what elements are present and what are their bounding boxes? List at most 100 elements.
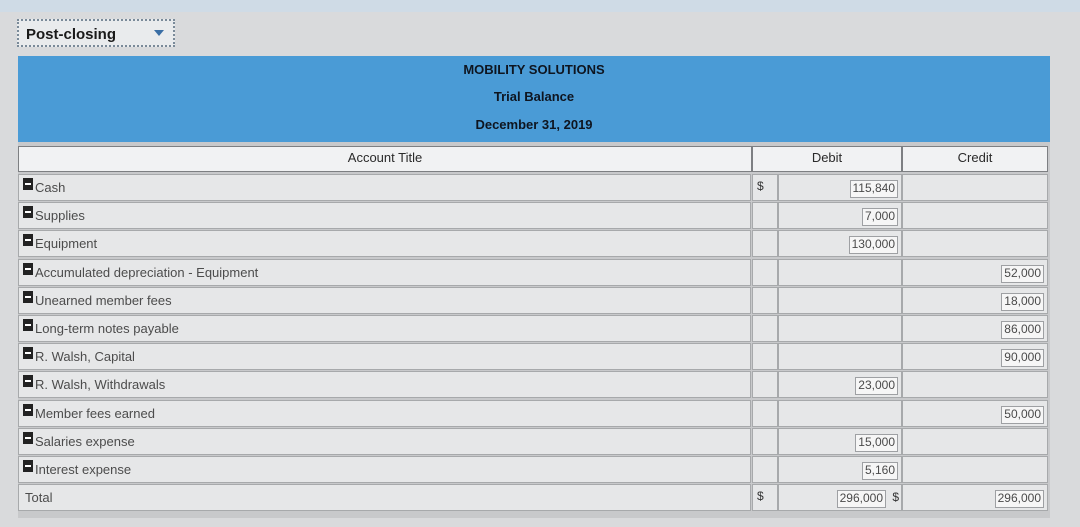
- table-row: Unearned member fees 18,000: [18, 286, 1050, 314]
- account-title-cell[interactable]: R. Walsh, Capital: [18, 343, 751, 371]
- account-title-cell[interactable]: Salaries expense: [18, 427, 751, 455]
- column-header-credit: Credit: [902, 146, 1048, 172]
- row-marker-icon[interactable]: [23, 347, 33, 360]
- account-title-cell[interactable]: Accumulated depreciation - Equipment: [18, 258, 751, 286]
- total-credit-sign: $: [892, 490, 899, 504]
- account-title-cell[interactable]: Interest expense: [18, 456, 751, 483]
- credit-cell[interactable]: [902, 174, 1048, 201]
- row-marker-icon[interactable]: [23, 431, 33, 444]
- debit-sign-cell: [752, 258, 778, 286]
- dropdown-selected-value: Post-closing: [26, 26, 117, 43]
- table-row: R. Walsh, Capital 90,000: [18, 343, 1050, 371]
- credit-value: 52,000: [1001, 264, 1044, 283]
- debit-value: 115,840: [849, 180, 898, 198]
- account-title: Unearned member fees: [35, 292, 172, 308]
- table-row: Salaries expense 15,000: [18, 427, 1050, 455]
- debit-cell[interactable]: [778, 258, 902, 286]
- account-title-cell[interactable]: Supplies: [18, 202, 751, 230]
- account-title-cell[interactable]: Long-term notes payable: [18, 315, 751, 342]
- top-strip: [0, 0, 1080, 12]
- trial-balance-sheet: MOBILITY SOLUTIONS Trial Balance Decembe…: [18, 56, 1050, 518]
- row-marker-icon[interactable]: [23, 319, 33, 331]
- account-title: R. Walsh, Capital: [35, 349, 135, 365]
- debit-cell[interactable]: [778, 286, 902, 314]
- total-debit-sign: $: [752, 484, 778, 511]
- debit-value: 15,000: [855, 433, 898, 452]
- debit-sign-cell: [752, 371, 778, 399]
- table-row: Equipment 130,000: [18, 230, 1050, 258]
- debit-sign-cell: [752, 230, 778, 258]
- debit-sign-cell: [752, 315, 778, 342]
- debit-sign-cell: [752, 456, 778, 483]
- credit-value: 86,000: [1001, 321, 1044, 339]
- account-title: R. Walsh, Withdrawals: [35, 377, 166, 393]
- row-marker-icon[interactable]: [23, 262, 33, 275]
- table-row: Supplies 7,000: [18, 202, 1050, 230]
- table-row: Member fees earned 50,000: [18, 399, 1050, 427]
- company-name: MOBILITY SOLUTIONS: [463, 62, 605, 77]
- credit-cell[interactable]: 86,000: [902, 315, 1048, 342]
- account-title-cell[interactable]: R. Walsh, Withdrawals: [18, 371, 751, 399]
- table-row: Long-term notes payable 86,000: [18, 315, 1050, 342]
- debit-sign-cell: [752, 286, 778, 314]
- credit-cell[interactable]: 90,000: [902, 343, 1048, 371]
- credit-cell[interactable]: 18,000: [902, 286, 1048, 314]
- row-marker-icon[interactable]: [23, 290, 33, 303]
- row-marker-icon[interactable]: [23, 206, 33, 219]
- debit-sign-cell: [752, 202, 778, 230]
- chevron-down-icon[interactable]: [154, 30, 164, 36]
- table-row: Interest expense 5,160: [18, 456, 1050, 483]
- total-credit-value: 296,000: [994, 490, 1044, 508]
- credit-cell[interactable]: [902, 230, 1048, 258]
- account-title-cell[interactable]: Member fees earned: [18, 399, 751, 427]
- debit-value: 5,160: [861, 462, 898, 480]
- credit-cell[interactable]: 50,000: [902, 399, 1048, 427]
- account-title-cell[interactable]: Unearned member fees: [18, 286, 751, 314]
- statement-date: December 31, 2019: [475, 117, 593, 132]
- account-title: Salaries expense: [35, 433, 135, 449]
- total-row: Total $ 296,000 $ 296,000: [18, 484, 1050, 511]
- credit-cell[interactable]: 52,000: [902, 258, 1048, 286]
- row-marker-icon[interactable]: [23, 403, 33, 416]
- debit-cell[interactable]: 130,000: [778, 230, 902, 258]
- row-marker-icon[interactable]: [23, 178, 33, 190]
- account-title: Long-term notes payable: [35, 321, 179, 336]
- debit-cell[interactable]: 23,000: [778, 371, 902, 399]
- statement-title: Trial Balance: [493, 89, 575, 104]
- credit-cell[interactable]: [902, 371, 1048, 399]
- table-row: Cash $ 115,840: [18, 174, 1050, 201]
- total-debit-value: 296,000: [836, 490, 886, 508]
- account-title-cell[interactable]: Cash: [18, 174, 751, 201]
- account-title: Accumulated depreciation - Equipment: [35, 264, 259, 280]
- debit-cell[interactable]: [778, 399, 902, 427]
- debit-cell[interactable]: 115,840: [778, 174, 902, 201]
- credit-cell[interactable]: [902, 202, 1048, 230]
- total-label: Total: [25, 490, 53, 505]
- row-marker-icon[interactable]: [23, 460, 33, 472]
- debit-sign-cell: [752, 427, 778, 455]
- account-title: Cash: [35, 180, 66, 195]
- debit-sign-cell: $: [752, 174, 778, 201]
- total-debit-cell[interactable]: 296,000 $: [778, 484, 902, 511]
- column-header-debit: Debit: [752, 146, 902, 172]
- debit-sign-cell: [752, 343, 778, 371]
- account-title: Equipment: [35, 236, 98, 252]
- credit-cell[interactable]: [902, 427, 1048, 455]
- statement-header: MOBILITY SOLUTIONS Trial Balance Decembe…: [18, 56, 1050, 142]
- total-credit-cell[interactable]: 296,000: [902, 484, 1048, 511]
- debit-cell[interactable]: 15,000: [778, 427, 902, 455]
- credit-value: 50,000: [1001, 405, 1044, 424]
- row-marker-icon[interactable]: [23, 375, 33, 388]
- account-title: Member fees earned: [35, 405, 155, 421]
- table-row: R. Walsh, Withdrawals 23,000: [18, 371, 1050, 399]
- row-marker-icon[interactable]: [23, 234, 33, 247]
- credit-value: 18,000: [1001, 292, 1044, 311]
- trial-balance-type-dropdown[interactable]: Post-closing: [17, 19, 175, 47]
- debit-cell[interactable]: 7,000: [778, 202, 902, 230]
- debit-cell[interactable]: [778, 315, 902, 342]
- credit-cell[interactable]: [902, 456, 1048, 483]
- debit-cell[interactable]: [778, 343, 902, 371]
- debit-value: 130,000: [848, 236, 898, 255]
- debit-cell[interactable]: 5,160: [778, 456, 902, 483]
- account-title-cell[interactable]: Equipment: [18, 230, 751, 258]
